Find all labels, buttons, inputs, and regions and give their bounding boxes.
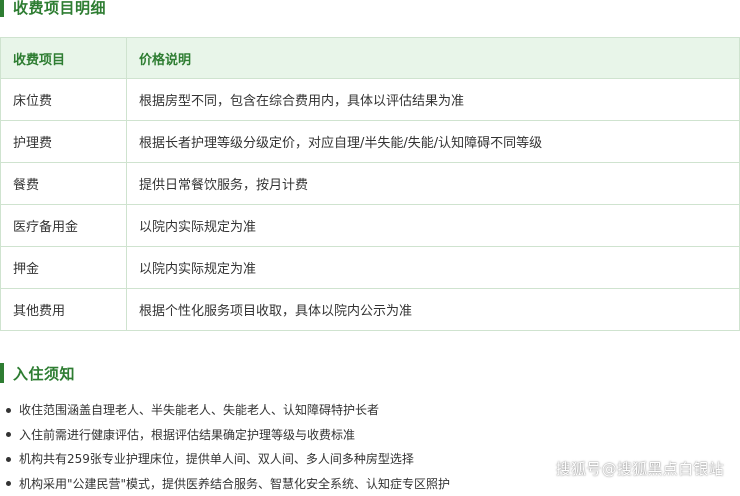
- table-row: 其他费用 根据个性化服务项目收取，具体以院内公示为准: [1, 289, 740, 331]
- price-description-cell: 根据房型不同，包含在综合费用内，具体以评估结果为准: [127, 79, 740, 121]
- table-row: 床位费 根据房型不同，包含在综合费用内，具体以评估结果为准: [1, 79, 740, 121]
- header-price-description: 价格说明: [127, 38, 740, 79]
- fee-section-title: 收费项目明细: [0, 0, 106, 20]
- fee-item-cell: 餐费: [1, 163, 127, 205]
- fee-table: 收费项目 价格说明 床位费 根据房型不同，包含在综合费用内，具体以评估结果为准 …: [0, 37, 740, 331]
- list-item: 机构采用"公建民营"模式，提供医养结合服务、智慧化安全系统、认知症专区照护: [0, 472, 450, 496]
- fee-section-title-text: 收费项目明细: [13, 0, 106, 18]
- watermark: 搜狐号@搜狐黑点白银站: [556, 458, 724, 479]
- list-item: 入住前需进行健康评估，根据评估结果确定护理等级与收费标准: [0, 423, 450, 448]
- price-description-cell: 以院内实际规定为准: [127, 247, 740, 289]
- table-row: 医疗备用金 以院内实际规定为准: [1, 205, 740, 247]
- list-item-text: 入住前需进行健康评估，根据评估结果确定护理等级与收费标准: [19, 423, 355, 448]
- fee-item-cell: 床位费: [1, 79, 127, 121]
- header-fee-item: 收费项目: [1, 38, 127, 79]
- fee-item-cell: 护理费: [1, 121, 127, 163]
- table-row: 护理费 根据长者护理等级分级定价，对应自理/半失能/失能/认知障碍不同等级: [1, 121, 740, 163]
- price-description-cell: 根据个性化服务项目收取，具体以院内公示为准: [127, 289, 740, 331]
- price-description-cell: 根据长者护理等级分级定价，对应自理/半失能/失能/认知障碍不同等级: [127, 121, 740, 163]
- notice-section-title: 入住须知: [0, 360, 75, 386]
- list-item: 收住范围涵盖自理老人、半失能老人、失能老人、认知障碍特护长者: [0, 398, 450, 423]
- title-accent-bar: [0, 0, 4, 17]
- bullet-icon: [6, 457, 11, 462]
- fee-item-cell: 医疗备用金: [1, 205, 127, 247]
- table-row: 餐费 提供日常餐饮服务，按月计费: [1, 163, 740, 205]
- notice-list: 收住范围涵盖自理老人、半失能老人、失能老人、认知障碍特护长者 入住前需进行健康评…: [0, 398, 450, 496]
- title-accent-bar: [0, 363, 4, 383]
- list-item-text: 收住范围涵盖自理老人、半失能老人、失能老人、认知障碍特护长者: [19, 398, 379, 423]
- bullet-icon: [6, 408, 11, 413]
- fee-item-cell: 其他费用: [1, 289, 127, 331]
- list-item: 机构共有259张专业护理床位，提供单人间、双人间、多人间多种房型选择: [0, 447, 450, 472]
- bullet-icon: [6, 432, 11, 437]
- price-description-cell: 以院内实际规定为准: [127, 205, 740, 247]
- fee-item-cell: 押金: [1, 247, 127, 289]
- table-header-row: 收费项目 价格说明: [1, 38, 740, 79]
- price-description-cell: 提供日常餐饮服务，按月计费: [127, 163, 740, 205]
- list-item-text: 机构共有259张专业护理床位，提供单人间、双人间、多人间多种房型选择: [19, 447, 414, 472]
- table-row: 押金 以院内实际规定为准: [1, 247, 740, 289]
- list-item-text: 机构采用"公建民营"模式，提供医养结合服务、智慧化安全系统、认知症专区照护: [19, 472, 450, 496]
- notice-section-title-text: 入住须知: [13, 363, 75, 384]
